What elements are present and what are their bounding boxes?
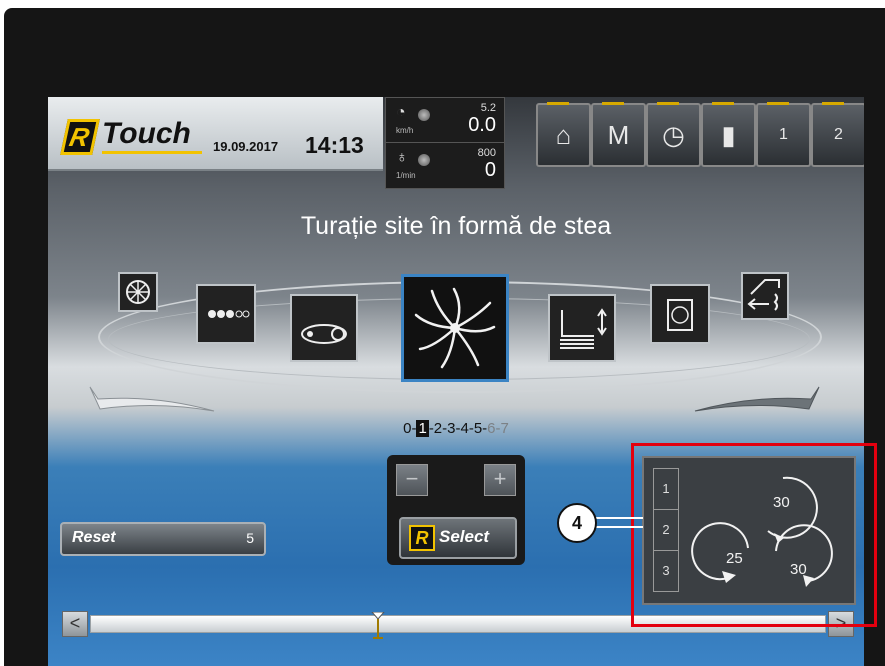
brand-swoosh — [102, 151, 202, 154]
carousel-item-star-sieve[interactable] — [401, 274, 509, 382]
speed-unit: km/h — [396, 126, 414, 135]
rpm-target: 800 — [477, 147, 496, 159]
carousel-item-grain-tank[interactable] — [650, 284, 710, 344]
time-display: 14:13 — [305, 132, 364, 158]
gauge-panel: ◔ km/h 5.2 0.0 ♁ 1/min 800 0 — [385, 97, 505, 189]
stopwatch-icon: ◷ — [662, 120, 685, 150]
carousel-item-sieve-height[interactable] — [548, 294, 616, 362]
select-button[interactable]: R Select — [399, 517, 517, 559]
belt-drive-icon — [301, 324, 347, 344]
rpm-indicator-light — [418, 154, 430, 166]
speed-indicator-light — [418, 109, 430, 121]
brand-logo-icon: R — [60, 119, 100, 155]
stopwatch-button[interactable]: ◷ — [646, 102, 701, 167]
callout-marker: 4 — [557, 503, 597, 543]
step-prefix: 0- — [403, 420, 417, 437]
select-logo-icon: R — [409, 525, 435, 551]
step-selected: 1 — [416, 420, 429, 437]
chevron-left-icon: < — [69, 613, 81, 633]
reset-label: Reset — [72, 529, 116, 546]
grain-tank-icon — [667, 299, 693, 331]
speed-value: 0.0 — [468, 114, 496, 136]
speedometer-icon: ◔ — [396, 104, 406, 121]
brand-name: Touch — [102, 117, 191, 150]
statistics-button[interactable]: ▮ — [701, 102, 756, 167]
plus-button[interactable]: + — [484, 464, 516, 496]
scroll-left-button[interactable]: < — [62, 611, 88, 637]
window-2-icon: 2 — [834, 126, 843, 143]
highlight-box — [631, 443, 877, 627]
minus-button[interactable]: − — [396, 464, 428, 496]
home-button[interactable]: ⌂ — [536, 102, 591, 167]
speed-target: 5.2 — [480, 102, 496, 114]
header-brand-bar: R Touch 19.09.2017 14:13 — [48, 97, 383, 171]
speed-gauge: ◔ km/h 5.2 0.0 — [386, 98, 504, 143]
step-indicator: 0- 1 -2-3-4-5-6-7 — [48, 420, 864, 437]
carousel-item-belt-drive[interactable] — [290, 294, 358, 362]
plus-icon: + — [493, 466, 507, 491]
menu-m-icon: M — [607, 120, 630, 150]
rpm-gauge: ♁ 1/min 800 0 — [386, 143, 504, 187]
carousel-item-rotor[interactable] — [196, 284, 256, 344]
reset-value: 5 — [246, 530, 254, 546]
scroll-thumb[interactable] — [371, 612, 385, 642]
star-sieve-icon — [414, 287, 496, 369]
minus-icon: − — [405, 466, 419, 491]
swipe-left-arrow-icon[interactable] — [86, 381, 216, 425]
step-disabled: 6-7 — [487, 420, 509, 437]
carousel-item-threshing-drum[interactable] — [118, 272, 158, 312]
select-label: Select — [439, 527, 490, 546]
unloading-icon — [747, 279, 780, 311]
window-1-button[interactable]: 1 — [756, 102, 811, 167]
page-title: Turație site în formă de stea — [300, 212, 612, 240]
step-middle: -2-3-4-5- — [428, 420, 488, 437]
carousel-item-unloading[interactable] — [741, 272, 789, 320]
callout-line — [595, 517, 643, 528]
date-display: 19.09.2017 — [213, 139, 279, 154]
window-2-button[interactable]: 2 — [811, 102, 864, 167]
rpm-unit: 1/min — [396, 171, 416, 180]
window-1-icon: 1 — [779, 126, 788, 143]
bar-chart-icon: ▮ — [721, 120, 736, 150]
brand-logo-letter: R — [66, 122, 92, 152]
menu-button[interactable]: M — [591, 102, 646, 167]
rotor-chain-icon — [208, 310, 250, 318]
drum-wheel-icon — [126, 280, 150, 304]
sieve-height-icon — [560, 308, 607, 349]
adjust-panel: − + R Select — [387, 455, 525, 565]
engine-rpm-icon: ♁ — [396, 149, 408, 166]
rpm-value: 0 — [484, 159, 496, 181]
swipe-right-arrow-icon[interactable] — [693, 381, 823, 425]
home-icon: ⌂ — [555, 120, 572, 150]
reset-button[interactable]: Reset 5 — [60, 522, 266, 556]
